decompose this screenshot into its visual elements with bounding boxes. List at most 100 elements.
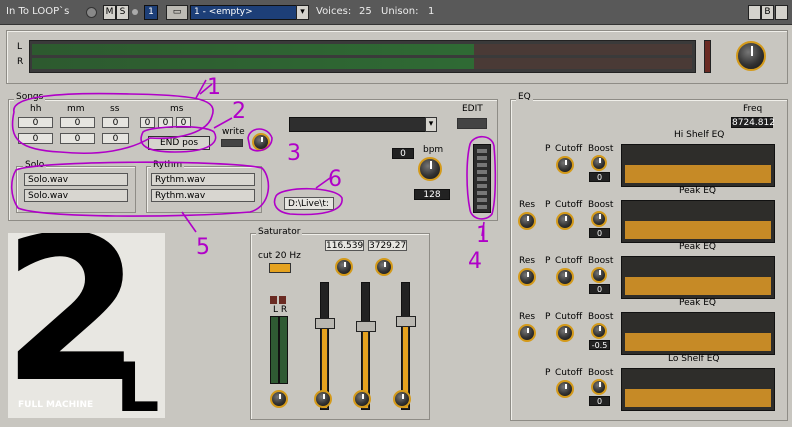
- freq-value[interactable]: 8724.812: [731, 117, 775, 128]
- solo-sample-2[interactable]: Solo.wav: [24, 189, 128, 202]
- unison-value: 1: [428, 6, 435, 17]
- eq-cutoff-label: Cutoff: [555, 200, 583, 210]
- rythm-sample-1[interactable]: Rythm.wav: [151, 173, 255, 186]
- bpm-value[interactable]: 128: [414, 189, 450, 200]
- mm-field[interactable]: 0: [60, 117, 95, 128]
- loop-slot-led[interactable]: [477, 191, 487, 195]
- solo-title: Solo: [23, 160, 47, 170]
- eq-boost-knob[interactable]: [591, 155, 607, 171]
- eq-cutoff-knob[interactable]: [556, 156, 574, 174]
- eq-band-name: Peak EQ: [679, 298, 717, 308]
- song-position-knob[interactable]: [252, 133, 270, 151]
- solo-button[interactable]: S: [116, 5, 129, 20]
- ms-field-2[interactable]: 0: [158, 117, 173, 128]
- ss-field[interactable]: 0: [102, 117, 129, 128]
- end-pos-button[interactable]: END pos: [148, 136, 210, 150]
- sat-fader-2-handle[interactable]: [356, 321, 376, 332]
- logo-panel: 2 L FULL MACHINE: [8, 233, 165, 418]
- eq-cutoff-knob[interactable]: [556, 268, 574, 286]
- output-meter: [29, 40, 696, 73]
- eq-p-label: P: [545, 368, 551, 378]
- sat-value-1[interactable]: 116.539: [325, 240, 364, 251]
- eq-cutoff-knob[interactable]: [556, 380, 574, 398]
- loop-slot-led[interactable]: [477, 184, 487, 188]
- bpm-small-value[interactable]: 0: [392, 148, 414, 159]
- eq-cutoff-knob[interactable]: [556, 324, 574, 342]
- eq-curve-display: [621, 200, 775, 243]
- eq-boost-knob[interactable]: [591, 379, 607, 395]
- eq-boost-label: Boost: [588, 312, 614, 322]
- sat-bottom-knob-3[interactable]: [353, 390, 371, 408]
- eq-cutoff-knob[interactable]: [556, 212, 574, 230]
- loop-slot-led[interactable]: [477, 177, 487, 181]
- eq-res-knob[interactable]: [518, 324, 536, 342]
- eq-boost-value[interactable]: 0: [589, 284, 610, 294]
- loop-slot-led[interactable]: [477, 205, 487, 209]
- eq-boost-knob[interactable]: [591, 211, 607, 227]
- eq-boost-value[interactable]: 0: [589, 172, 610, 182]
- loop-slot-led[interactable]: [477, 170, 487, 174]
- saturator-title: Saturator: [256, 227, 303, 237]
- eq-curve-fill: [625, 221, 771, 239]
- write-button[interactable]: [221, 139, 243, 147]
- bpm-knob[interactable]: [418, 157, 442, 181]
- eq-boost-knob[interactable]: [591, 267, 607, 283]
- song-select[interactable]: [289, 117, 427, 132]
- col-mm: mm: [67, 104, 85, 114]
- sat-bottom-knob-4[interactable]: [393, 390, 411, 408]
- mute-button[interactable]: M: [103, 5, 116, 20]
- close-icon[interactable]: [775, 5, 788, 20]
- solo-sample-1[interactable]: Solo.wav: [24, 173, 128, 186]
- mm-field-2[interactable]: 0: [60, 133, 95, 144]
- eq-boost-value[interactable]: 0: [589, 228, 610, 238]
- bypass-toggle[interactable]: [748, 5, 761, 20]
- eq-band-name: Lo Shelf EQ: [668, 354, 720, 364]
- sat-bottom-knob-2[interactable]: [314, 390, 332, 408]
- edit-button[interactable]: [457, 118, 487, 129]
- loop-slot-led[interactable]: [477, 156, 487, 160]
- eq-boost-value[interactable]: 0: [589, 396, 610, 406]
- col-hh: hh: [30, 104, 42, 114]
- sat-knob-1[interactable]: [335, 258, 353, 276]
- power-icon[interactable]: [86, 7, 97, 18]
- eq-curve-fill: [625, 389, 771, 407]
- eq-res-label: Res: [519, 200, 536, 210]
- ms-field-3[interactable]: 0: [176, 117, 191, 128]
- preset-folder-icon[interactable]: ▭: [166, 5, 188, 20]
- song-select-chevron-icon[interactable]: ▾: [425, 117, 437, 132]
- channel-field[interactable]: 1: [144, 5, 158, 20]
- eq-curve-display: [621, 312, 775, 355]
- b-button[interactable]: B: [761, 5, 774, 20]
- meter-l-label: L: [17, 42, 23, 52]
- led-icon: [132, 9, 138, 15]
- rythm-sample-2[interactable]: Rythm.wav: [151, 189, 255, 202]
- sat-bottom-knob-1[interactable]: [270, 390, 288, 408]
- title-bar: In To LOOP`s M S 1 ▭ 1 - <empty> ▾ Voice…: [0, 0, 792, 25]
- sat-knob-2[interactable]: [375, 258, 393, 276]
- loop-slot-led[interactable]: [477, 163, 487, 167]
- col-ss: ss: [110, 104, 120, 114]
- loop-slot-led[interactable]: [477, 149, 487, 153]
- eq-res-knob[interactable]: [518, 212, 536, 230]
- sat-fader-1-handle[interactable]: [315, 318, 335, 329]
- eq-band-name: Hi Shelf EQ: [674, 130, 725, 140]
- ms-field-1[interactable]: 0: [140, 117, 155, 128]
- unison-label: Unison:: [381, 6, 419, 17]
- chevron-down-icon[interactable]: ▾: [296, 5, 309, 20]
- master-volume-knob[interactable]: [736, 41, 766, 71]
- preset-select[interactable]: 1 - <empty>: [190, 5, 301, 20]
- loop-slot-led[interactable]: [477, 198, 487, 202]
- loop-slot-strip[interactable]: [473, 144, 491, 213]
- sat-value-2[interactable]: 3729.27: [368, 240, 407, 251]
- hh-field[interactable]: 0: [18, 117, 53, 128]
- hh-field-2[interactable]: 0: [18, 133, 53, 144]
- sat-clip-l: [270, 296, 277, 304]
- eq-res-knob[interactable]: [518, 268, 536, 286]
- path-field[interactable]: D:\Live\t:: [284, 197, 334, 210]
- eq-boost-knob[interactable]: [591, 323, 607, 339]
- cut-toggle[interactable]: [269, 263, 291, 273]
- sat-fader-3-handle[interactable]: [396, 316, 416, 327]
- ss-field-2[interactable]: 0: [102, 133, 129, 144]
- eq-boost-value[interactable]: -0.5: [589, 340, 610, 350]
- eq-res-label: Res: [519, 312, 536, 322]
